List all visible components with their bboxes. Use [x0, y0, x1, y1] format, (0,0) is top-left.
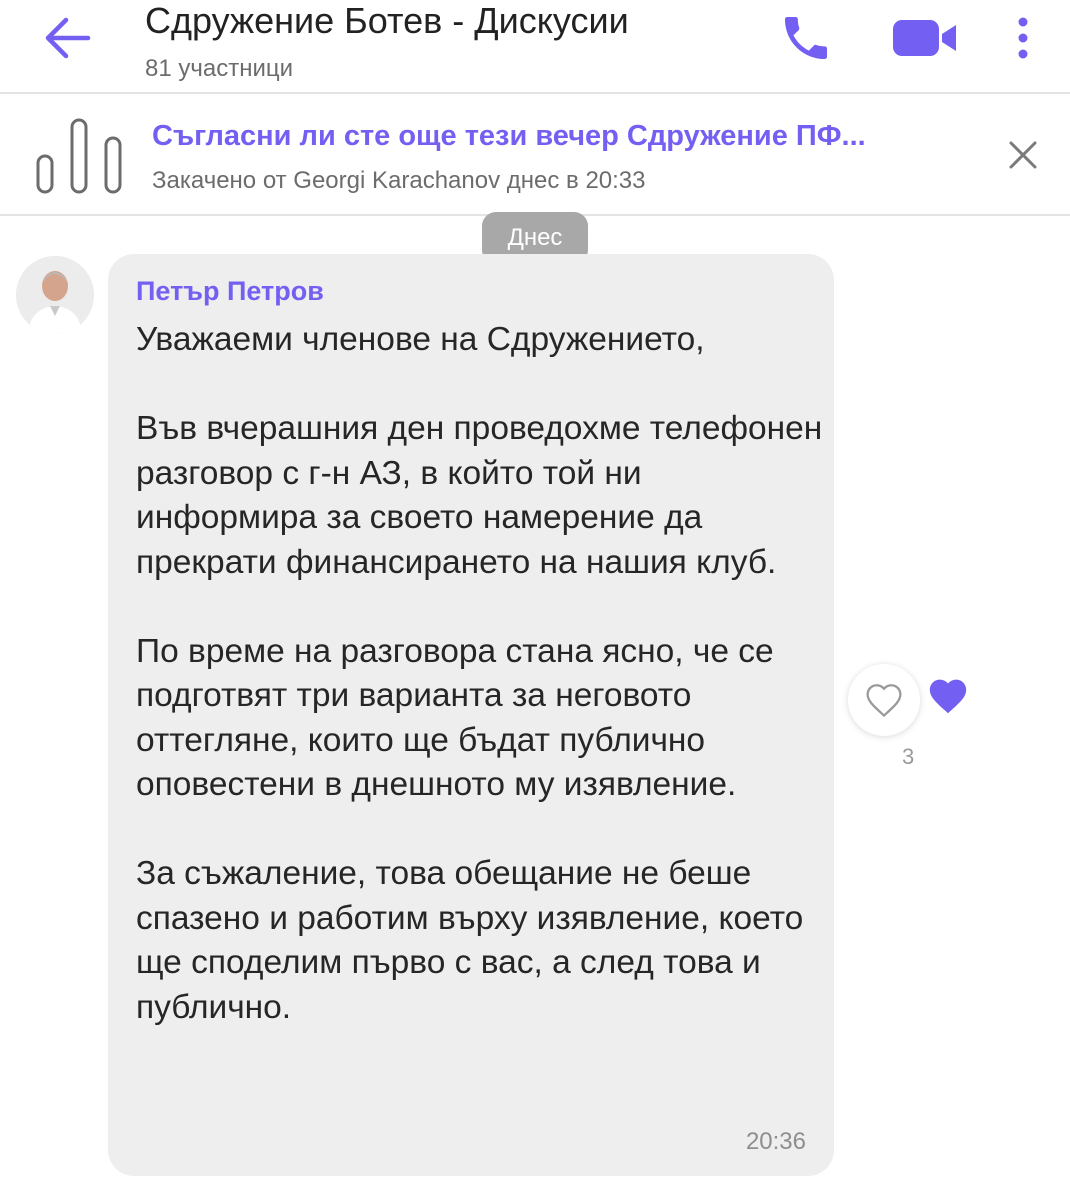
pinned-message-title[interactable]: Съгласни ли сте още тези вечер Сдружение… [152, 120, 866, 153]
message-paragraph: Във вчерашния ден проведохме телефонен р… [136, 410, 823, 581]
chat-screen: Сдружение Ботев - Дискусии 81 участници [0, 0, 1070, 1183]
avatar[interactable] [16, 256, 94, 334]
message-paragraph: За съжаление, това обещание не беше спаз… [136, 855, 804, 1026]
poll-icon [36, 118, 122, 194]
message-text: Уважаеми членове на Сдружението, Във вче… [136, 318, 826, 1030]
close-pinned-button[interactable] [1000, 132, 1046, 178]
call-button[interactable] [778, 10, 834, 66]
participants-count[interactable]: 81 участници [145, 55, 293, 83]
reaction-count[interactable]: 3 [902, 744, 914, 770]
heart-filled-icon [929, 679, 967, 714]
sender-name[interactable]: Петър Петров [136, 276, 324, 307]
avatar-portrait [16, 256, 94, 334]
phone-icon [785, 17, 827, 59]
video-call-button[interactable] [890, 12, 960, 64]
heart-outline-icon [866, 684, 902, 718]
back-button[interactable] [40, 12, 96, 64]
liked-reaction[interactable] [922, 670, 974, 722]
message-paragraph: Уважаеми членове на Сдружението, [136, 321, 705, 358]
message-time: 20:36 [745, 1128, 806, 1155]
pinned-message-bar[interactable]: Съгласни ли сте още тези вечер Сдружение… [0, 92, 1070, 216]
close-icon [1009, 141, 1037, 169]
arrow-left-icon [45, 17, 91, 59]
more-options-button[interactable] [1006, 10, 1040, 66]
video-camera-icon [893, 20, 956, 56]
more-vertical-icon [1018, 17, 1028, 59]
like-reaction-button[interactable] [848, 664, 920, 736]
pinned-message-subtitle: Закачено от Georgi Karachanov днес в 20:… [152, 167, 646, 194]
chat-title[interactable]: Сдружение Ботев - Дискусии [145, 0, 629, 42]
message-paragraph: По време на разговора стана ясно, че се … [136, 632, 774, 804]
chat-header: Сдружение Ботев - Дискусии 81 участници [0, 0, 1070, 92]
message-bubble[interactable]: Петър Петров Уважаеми членове на Сдружен… [108, 254, 834, 1176]
